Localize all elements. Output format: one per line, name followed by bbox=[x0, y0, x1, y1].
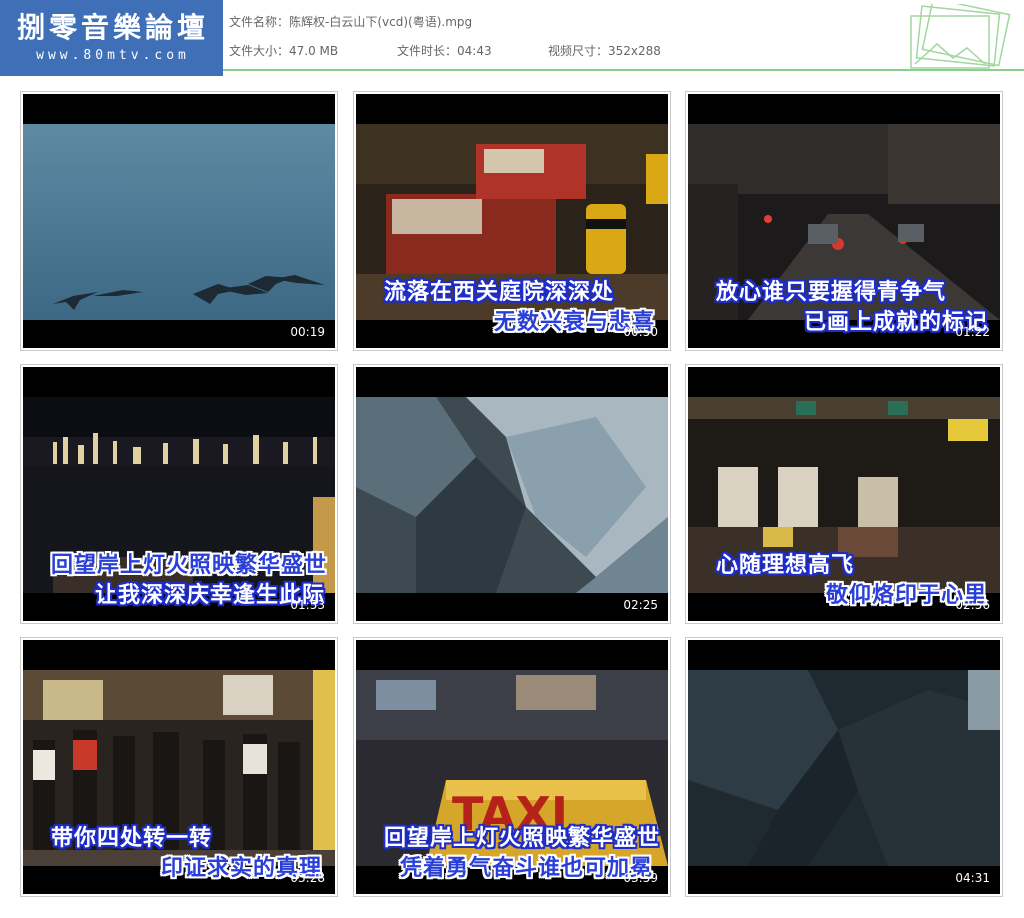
file-name-row: 文件名称：陈辉权-白云山下(vcd)(粤语).mpg bbox=[229, 13, 472, 30]
file-name-label: 文件名称： bbox=[229, 15, 290, 29]
subtitle-line-1: 回望岸上灯火照映繁华盛世 bbox=[384, 826, 661, 851]
timestamp: 02:56 bbox=[955, 598, 990, 612]
file-size-label: 文件大小： bbox=[229, 44, 290, 58]
file-name-value: 陈辉权-白云山下(vcd)(粤语).mpg bbox=[289, 15, 473, 29]
file-duration-label: 文件时长： bbox=[397, 44, 458, 58]
subtitle-line-1: 心随理想高飞 bbox=[716, 553, 855, 578]
file-duration-value: 04:43 bbox=[457, 44, 492, 58]
subtitle-line-1: 流落在西关庭院深深处 bbox=[384, 280, 615, 305]
video-frame: 回望岸上灯火照映繁华盛世 让我深深庆幸逢生此际 01:53 bbox=[23, 367, 335, 621]
subtitle-line-1: 回望岸上灯火照映繁华盛世 bbox=[51, 553, 328, 578]
video-dimensions-label: 视频尺寸： bbox=[548, 44, 609, 58]
thumbnail-6[interactable]: 心随理想高飞 敬仰烙印于心里 02:56 bbox=[685, 364, 1003, 624]
thumbnail-9[interactable]: 04:31 bbox=[685, 637, 1003, 897]
header-divider bbox=[223, 69, 1024, 71]
timestamp: 03:28 bbox=[290, 871, 325, 885]
timestamp: 02:25 bbox=[623, 598, 658, 612]
thumbnail-8[interactable]: TAXI 回望岸上灯火照映繁华盛世 凭着勇气奋斗谁也可加冕 03:59 bbox=[353, 637, 671, 897]
video-frame: 放心谁只要握得青争气 已画上成就的标记 01:22 bbox=[688, 94, 1000, 348]
scene-rock-face bbox=[356, 397, 668, 593]
subtitle-line-1: 带你四处转一转 bbox=[51, 826, 213, 851]
video-frame: 02:25 bbox=[356, 367, 668, 621]
scene-sky-birds bbox=[23, 124, 335, 320]
thumbnail-1[interactable]: 00:19 bbox=[20, 91, 338, 351]
video-dimensions-value: 352x288 bbox=[608, 44, 661, 58]
video-frame: 00:19 bbox=[23, 94, 335, 348]
timestamp: 01:53 bbox=[290, 598, 325, 612]
header: 捌零音樂論壇 www.80mtv.com 文件名称：陈辉权-白云山下(vcd)(… bbox=[0, 0, 1024, 78]
file-size-value: 47.0 MB bbox=[289, 44, 339, 58]
thumbnail-7[interactable]: 带你四处转一转 印证求实的真理 03:28 bbox=[20, 637, 338, 897]
thumbnail-4[interactable]: 回望岸上灯火照映繁华盛世 让我深深庆幸逢生此际 01:53 bbox=[20, 364, 338, 624]
photo-stack-icon bbox=[910, 4, 1011, 69]
thumbnail-5[interactable]: 02:25 bbox=[353, 364, 671, 624]
subtitle-line-2: 凭着勇气奋斗谁也可加冕 bbox=[400, 856, 654, 881]
thumbnail-3[interactable]: 放心谁只要握得青争气 已画上成就的标记 01:22 bbox=[685, 91, 1003, 351]
timestamp: 04:31 bbox=[955, 871, 990, 885]
site-logo[interactable]: 捌零音樂論壇 www.80mtv.com bbox=[0, 0, 223, 76]
timestamp: 00:50 bbox=[623, 325, 658, 339]
subtitle-line-1: 放心谁只要握得青争气 bbox=[716, 280, 947, 305]
video-frame: TAXI 回望岸上灯火照映繁华盛世 凭着勇气奋斗谁也可加冕 03:59 bbox=[356, 640, 668, 894]
timestamp: 01:22 bbox=[955, 325, 990, 339]
video-dimensions-row: 视频尺寸：352x288 bbox=[548, 42, 661, 59]
timestamp: 00:19 bbox=[290, 325, 325, 339]
video-frame: 带你四处转一转 印证求实的真理 03:28 bbox=[23, 640, 335, 894]
logo-title: 捌零音樂論壇 bbox=[16, 11, 209, 44]
video-frame: 04:31 bbox=[688, 640, 1000, 894]
video-frame: 心随理想高飞 敬仰烙印于心里 02:56 bbox=[688, 367, 1000, 621]
file-duration-row: 文件时长：04:43 bbox=[397, 42, 492, 59]
scene-dark-rock bbox=[688, 670, 1000, 866]
thumbnail-2[interactable]: 流落在西关庭院深深处 无数兴衰与悲喜 00:50 bbox=[353, 91, 671, 351]
file-size-row: 文件大小：47.0 MB bbox=[229, 42, 338, 59]
timestamp: 03:59 bbox=[623, 871, 658, 885]
video-frame: 流落在西关庭院深深处 无数兴衰与悲喜 00:50 bbox=[356, 94, 668, 348]
logo-url: www.80mtv.com bbox=[36, 48, 190, 63]
